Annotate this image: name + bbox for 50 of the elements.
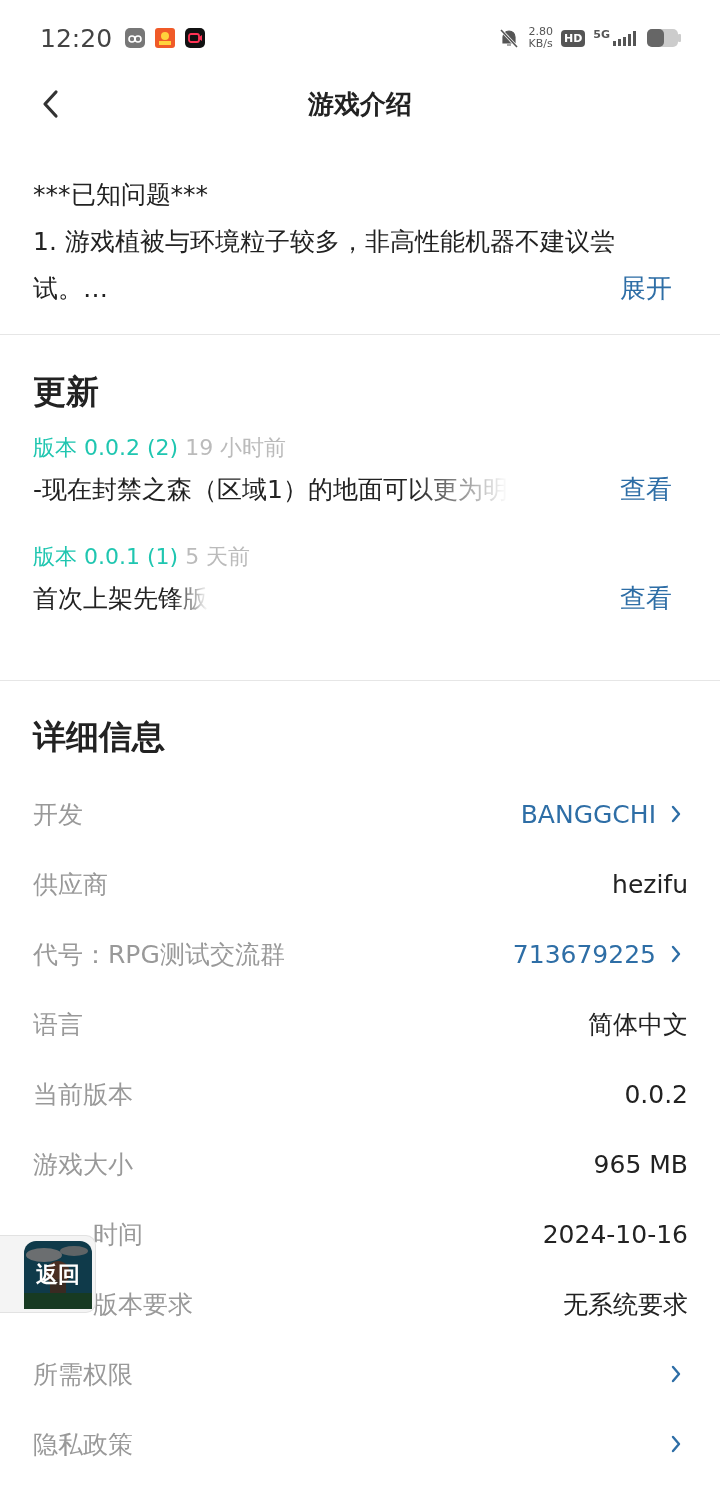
detail-label: 所需权限 [33,1358,134,1391]
app-notification-icon [154,27,177,49]
version-label: 版本 0.0.2 (2) [33,435,179,460]
hd-badge: HD [560,29,586,47]
floating-back-button[interactable]: 返回 [0,1235,96,1313]
status-time: 12:20 [40,23,113,53]
description-text: ***已知问题*** [33,180,208,209]
detail-row[interactable]: 隐私政策 [33,1409,688,1479]
detail-label: 隐私政策 [33,1428,134,1461]
detail-value: 713679225 [512,939,656,969]
update-time: 5 天前 [185,544,251,569]
version-label: 版本 0.0.1 (1) [33,544,179,569]
detail-label: 语言 [33,1008,84,1041]
detail-row[interactable]: 所需权限 [33,1339,688,1409]
detail-value: hezifu [612,869,688,899]
signal-icon [612,29,638,47]
net-unit: KB/s [528,38,553,50]
chevron-right-icon [670,1434,682,1454]
chevron-right-icon [670,944,682,964]
detail-value: 0.0.2 [624,1079,688,1109]
detail-label: 游戏大小 [33,1148,134,1181]
battery-icon [646,28,682,48]
section-title: 详细信息 [33,716,166,758]
detail-label: 代号：RPG测试交流群 [33,938,286,971]
detail-label: 供应商 [33,868,109,901]
chevron-right-icon [670,1364,682,1384]
detail-value: BANGGCHI [520,799,656,829]
detail-label: 当前版本 [33,1078,134,1111]
detail-value: 2024-10-16 [542,1219,688,1249]
update-time: 19 小时前 [185,435,287,460]
expand-link[interactable]: 展开 [620,265,672,312]
view-link[interactable]: 查看 [620,466,672,513]
page-title: 游戏介绍 [308,87,412,121]
network-type: 5G [593,28,610,41]
update-notes: 首次上架先锋版 [33,582,208,615]
section-title: 更新 [33,371,100,413]
detail-value: 简体中文 [588,1008,688,1041]
net-speed: 2.80 [528,26,553,38]
detail-value: 无系统要求 [563,1288,688,1321]
video-camera-icon [184,27,207,49]
muted-bell-icon [498,27,521,49]
detail-label: 开发 [33,798,84,831]
detail-row[interactable]: 代号：RPG测试交流群 713679225 [33,919,688,989]
detail-value: 965 MB [593,1149,688,1179]
description-text: 1. 游戏植被与环境粒子较多，非高性能机器不建议尝 [33,227,615,256]
view-link[interactable]: 查看 [620,575,672,622]
app-notification-icon [124,27,147,49]
detail-row[interactable]: 开发 BANGGCHI [33,779,688,849]
chevron-right-icon [670,804,682,824]
description-text: 试。… [33,273,108,305]
